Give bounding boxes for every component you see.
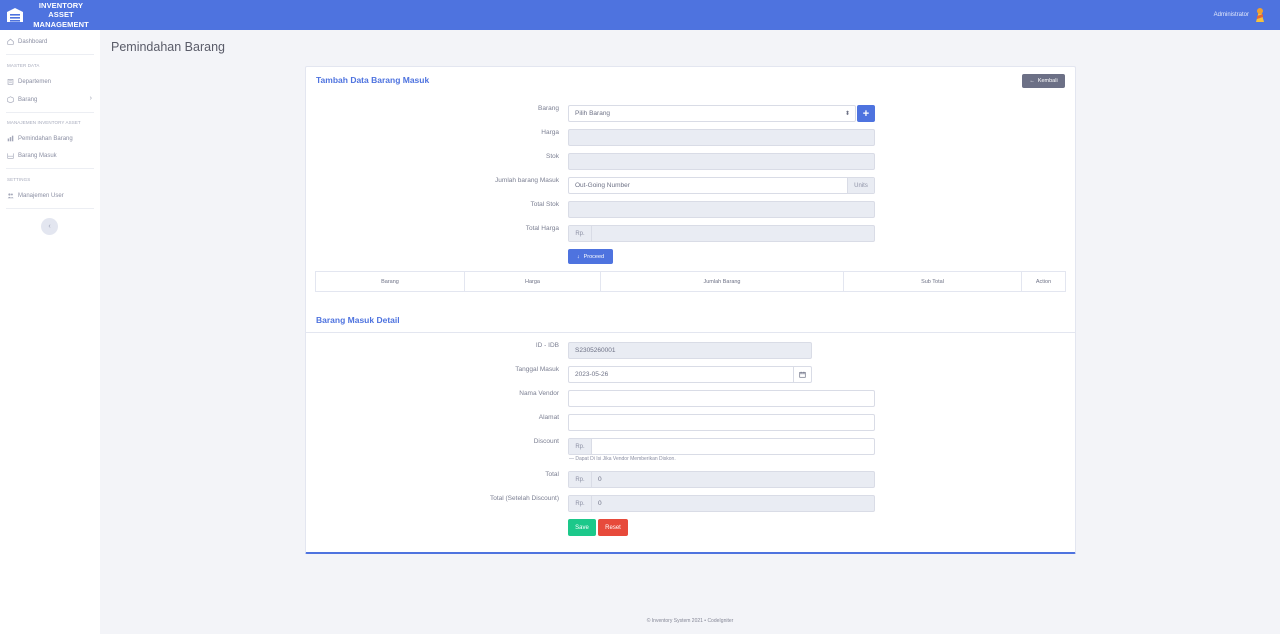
divider	[306, 332, 1075, 333]
topbar: INVENTORY ASSET MANAGEMENT Administrator	[0, 0, 1280, 30]
discount-label: Discount	[533, 438, 559, 445]
sidebar-item-barang[interactable]: Barang	[7, 96, 37, 103]
discount-hint: — Dapat Di Isi Jika Vendor Memberikan Di…	[569, 456, 676, 462]
proceed-button[interactable]: ↓ Proceed	[568, 249, 613, 264]
total-field[interactable]: Rp. 0	[568, 471, 875, 488]
proceed-button-label: Proceed	[583, 253, 605, 260]
total-discount-label: Total (Setelah Discount)	[489, 495, 559, 502]
select-arrows-icon: ⬍	[844, 111, 850, 117]
tanggal-input[interactable]: 2023-05-26	[568, 366, 812, 383]
building-icon	[7, 79, 14, 85]
total-harga-label: Total Harga	[525, 225, 559, 232]
chevron-left-icon: ‹	[48, 223, 51, 230]
harga-label: Harga	[541, 129, 559, 136]
plus-icon: +	[862, 107, 870, 120]
tanggal-value: 2023-05-26	[575, 371, 609, 378]
sidebar-item-departemen[interactable]: Departemen	[7, 78, 51, 85]
discount-input[interactable]: Rp.	[568, 438, 875, 455]
sidebar-heading-manajemen: MANAJEMEN INVENTORY ASSET	[7, 120, 81, 125]
card-header: Tambah Data Barang Masuk ← Kembali	[306, 67, 1075, 92]
harga-field[interactable]	[568, 129, 875, 146]
table-header-action: Action	[1035, 278, 1052, 285]
sidebar-item-label: Barang	[18, 96, 38, 103]
sidebar-item-label: Pemindahan Barang	[18, 135, 73, 142]
barang-select-value: Pilih Barang	[575, 110, 611, 117]
save-button[interactable]: Save	[568, 519, 596, 536]
barang-label: Barang	[538, 105, 559, 112]
brand-title: INVENTORY ASSET MANAGEMENT	[33, 0, 89, 29]
jumlah-placeholder: Out-Going Number	[575, 182, 630, 189]
divider	[6, 168, 94, 169]
total-value: 0	[598, 476, 602, 483]
sidebar-item-label: Dashboard	[18, 38, 48, 45]
jumlah-label: Jumlah barang Masuk	[495, 177, 559, 184]
items-table-header: Barang Harga Jumlah Barang Sub Total Act…	[315, 271, 1066, 292]
total-discount-value: 0	[598, 500, 602, 507]
home-icon	[7, 38, 14, 45]
form-title: Tambah Data Barang Masuk	[316, 75, 430, 85]
jumlah-input[interactable]: Out-Going Number Units	[568, 177, 875, 194]
id-field[interactable]: S2305260001	[568, 342, 812, 359]
stok-field[interactable]	[568, 153, 875, 170]
divider	[6, 54, 94, 55]
id-value: S2305260001	[575, 347, 616, 354]
total-discount-field[interactable]: Rp. 0	[568, 495, 875, 512]
rp-addon: Rp.	[569, 439, 592, 454]
form-card: Tambah Data Barang Masuk ← Kembali Baran…	[305, 66, 1076, 554]
table-header-jumlah: Jumlah Barang	[601, 272, 844, 291]
sidebar-toggle-button[interactable]: ‹	[41, 218, 58, 235]
arrow-down-icon: ↓	[576, 253, 580, 260]
add-barang-button[interactable]: +	[857, 105, 875, 122]
units-addon: Units	[847, 178, 874, 193]
users-icon	[7, 193, 14, 199]
alamat-label: Alamat	[538, 414, 559, 421]
calendar-icon[interactable]	[793, 367, 811, 382]
detail-title: Barang Masuk Detail	[316, 315, 400, 325]
back-button-label: Kembali	[1037, 78, 1058, 84]
tanggal-label: Tanggal Masuk	[515, 366, 559, 373]
inbox-icon	[7, 153, 14, 159]
divider	[6, 208, 94, 209]
total-label: Total	[545, 471, 559, 478]
warehouse-icon	[6, 7, 24, 23]
rp-addon: Rp.	[569, 472, 592, 487]
sidebar-item-label: Manajemen User	[18, 192, 64, 199]
id-label: ID - IDB	[535, 342, 559, 349]
user-menu[interactable]: Administrator	[1214, 7, 1266, 23]
chart-icon	[7, 135, 14, 142]
page-title: Pemindahan Barang	[111, 40, 225, 54]
sidebar: Dashboard MASTER DATA Departemen Barang …	[0, 30, 100, 634]
vendor-label: Nama Vendor	[519, 390, 559, 397]
alamat-input[interactable]	[568, 414, 875, 431]
rp-addon: Rp.	[569, 226, 592, 241]
divider	[6, 112, 94, 113]
table-header-barang: Barang	[316, 272, 465, 291]
sidebar-item-pemindahan-barang[interactable]: Pemindahan Barang	[7, 135, 73, 142]
sidebar-heading-master: MASTER DATA	[7, 63, 40, 68]
total-stok-field[interactable]	[568, 201, 875, 218]
avatar[interactable]	[1254, 7, 1266, 23]
table-header-subtotal: Sub Total	[844, 272, 1022, 291]
user-name: Administrator	[1213, 12, 1249, 18]
sidebar-heading-settings: SETTINGS	[7, 177, 31, 182]
vendor-input[interactable]	[568, 390, 875, 407]
sidebar-item-barang-masuk[interactable]: Barang Masuk	[7, 152, 57, 159]
arrow-left-icon: ←	[1029, 78, 1035, 84]
sidebar-item-label: Barang Masuk	[18, 152, 57, 159]
chevron-right-icon: ›	[89, 95, 92, 102]
footer: © Inventory System 2021 • CodeIgniter	[646, 618, 734, 624]
sidebar-item-dashboard[interactable]: Dashboard	[7, 38, 47, 45]
barang-select[interactable]: Pilih Barang ⬍	[568, 105, 856, 122]
total-stok-label: Total Stok	[530, 201, 559, 208]
rp-addon: Rp.	[569, 496, 592, 511]
table-header-harga: Harga	[465, 272, 601, 291]
back-button[interactable]: ← Kembali	[1022, 74, 1065, 88]
sidebar-item-label: Departemen	[18, 78, 52, 85]
brand[interactable]: INVENTORY ASSET MANAGEMENT	[0, 0, 100, 30]
reset-button[interactable]: Reset	[598, 519, 628, 536]
box-icon	[7, 96, 14, 103]
total-harga-field[interactable]: Rp.	[568, 225, 875, 242]
stok-label: Stok	[545, 153, 559, 160]
sidebar-item-manajemen-user[interactable]: Manajemen User	[7, 192, 64, 199]
